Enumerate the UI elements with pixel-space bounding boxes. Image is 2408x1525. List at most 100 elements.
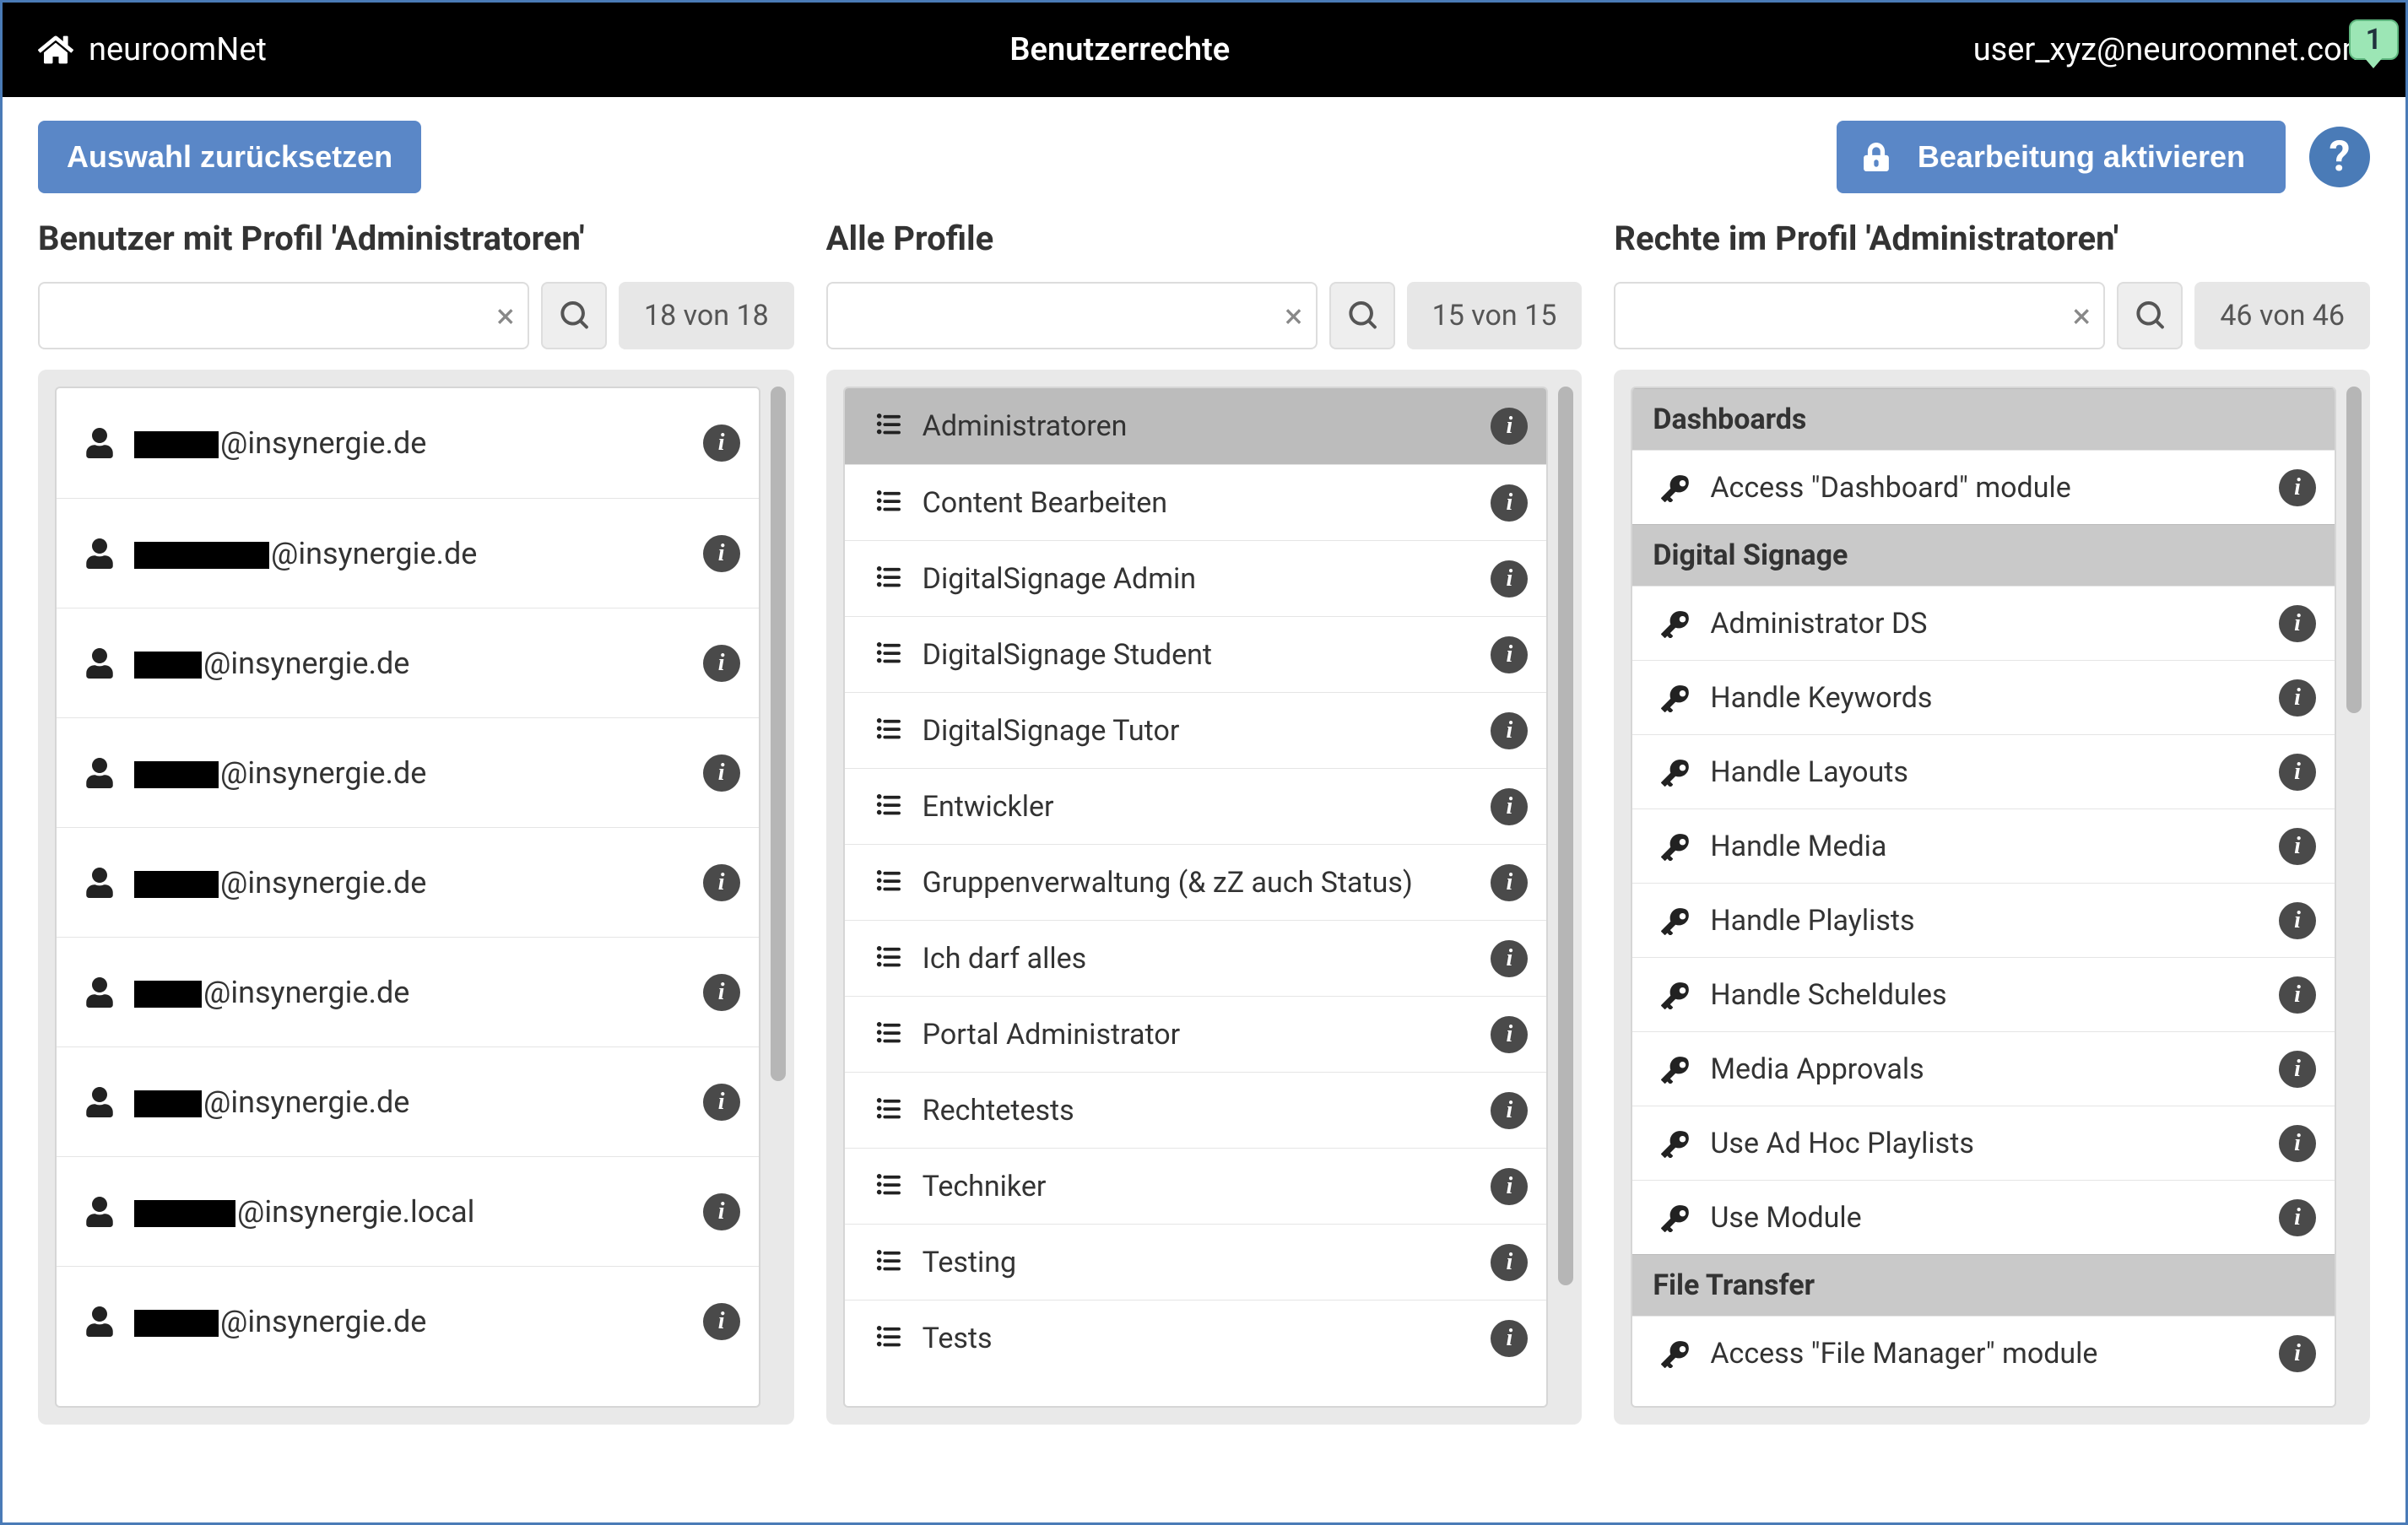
key-icon [1656,609,1695,638]
info-icon[interactable]: i [1491,864,1528,901]
profile-row[interactable]: Testsi [845,1300,1547,1376]
help-button[interactable]: ? [2309,127,2370,187]
profiles-heading: Alle Profile [826,219,1583,258]
right-label: Access "File Manager" module [1710,1337,2279,1371]
right-row[interactable]: Use Modulei [1632,1180,2335,1254]
info-icon[interactable]: i [1491,712,1528,749]
right-row[interactable]: Handle Keywordsi [1632,660,2335,734]
profile-row[interactable]: Rechtetestsi [845,1072,1547,1148]
right-row[interactable]: Handle Layoutsi [1632,734,2335,808]
profile-label: Entwickler [923,790,1491,824]
users-clear-icon[interactable]: × [484,284,528,348]
info-icon[interactable]: i [2279,976,2316,1014]
profile-row[interactable]: Technikeri [845,1148,1547,1224]
right-row[interactable]: Administrator DSi [1632,586,2335,660]
users-search-input[interactable] [40,300,484,332]
info-icon[interactable]: i [2279,679,2316,717]
profile-row[interactable]: Entwickleri [845,768,1547,844]
profiles-scrollbar[interactable] [1558,387,1573,1408]
rights-clear-icon[interactable]: × [2059,284,2103,348]
user-row[interactable]: @insynergie.dei [57,1046,759,1156]
info-icon[interactable]: i [703,1193,740,1230]
info-icon[interactable]: i [2279,605,2316,642]
profile-row[interactable]: DigitalSignage Tutori [845,692,1547,768]
info-icon[interactable]: i [703,1084,740,1121]
profiles-search-input[interactable] [828,300,1272,332]
rights-count: 46 von 46 [2194,282,2370,349]
info-icon[interactable]: i [703,1303,740,1340]
info-icon[interactable]: i [703,645,740,682]
info-icon[interactable]: i [1491,1320,1528,1357]
profile-label: Testing [923,1246,1491,1279]
right-row[interactable]: Handle Mediai [1632,808,2335,883]
right-row[interactable]: Access "Dashboard" modulei [1632,450,2335,524]
user-email-label: @insynergie.de [134,1084,703,1120]
key-icon [1656,684,1695,712]
info-icon[interactable]: i [2279,469,2316,506]
profile-row[interactable]: Testingi [845,1224,1547,1300]
reset-selection-button[interactable]: Auswahl zurücksetzen [38,121,421,193]
info-icon[interactable]: i [2279,828,2316,865]
profile-row[interactable]: DigitalSignage Admini [845,540,1547,616]
right-row[interactable]: Handle Playlistsi [1632,883,2335,957]
info-icon[interactable]: i [703,974,740,1011]
right-label: Administrator DS [1710,607,2279,641]
user-email-label: @insynergie.de [134,755,703,791]
profile-row[interactable]: Administratoreni [845,388,1547,464]
user-row[interactable]: @insynergie.dei [57,608,759,717]
info-icon[interactable]: i [2279,1125,2316,1162]
info-icon[interactable]: i [703,864,740,901]
info-icon[interactable]: i [1491,1016,1528,1053]
user-row[interactable]: @insynergie.dei [57,827,759,937]
rights-scrollbar[interactable] [2346,387,2362,1408]
profile-label: DigitalSignage Student [923,638,1491,672]
user-row[interactable]: @insynergie.dei [57,937,759,1046]
info-icon[interactable]: i [2279,754,2316,791]
info-icon[interactable]: i [2279,902,2316,939]
enable-edit-button[interactable]: Bearbeitung aktivieren [1837,121,2286,193]
rights-search-input[interactable] [1615,300,2059,332]
list-icon [869,870,907,895]
user-email[interactable]: user_xyz@neuroomnet.com [1973,31,2370,68]
right-row[interactable]: Handle Scheldulesi [1632,957,2335,1031]
info-icon[interactable]: i [703,754,740,792]
users-scrollbar[interactable] [771,387,786,1408]
info-icon[interactable]: i [1491,1168,1528,1205]
info-icon[interactable]: i [2279,1051,2316,1088]
user-row[interactable]: @insynergie.dei [57,498,759,608]
profile-label: Gruppenverwaltung (& zZ auch Status) [923,866,1491,900]
profile-row[interactable]: Portal Administratori [845,996,1547,1072]
topbar: neuroomNet Benutzerrechte user_xyz@neuro… [3,3,2405,97]
profile-row[interactable]: Gruppenverwaltung (& zZ auch Status)i [845,844,1547,920]
rights-search-button[interactable] [2117,282,2183,349]
right-row[interactable]: Use Ad Hoc Playlistsi [1632,1106,2335,1180]
profiles-clear-icon[interactable]: × [1272,284,1316,348]
list-icon [869,566,907,592]
user-row[interactable]: @insynergie.dei [57,388,759,498]
info-icon[interactable]: i [1491,788,1528,825]
info-icon[interactable]: i [1491,1092,1528,1129]
home-icon[interactable] [38,32,73,68]
users-search-button[interactable] [541,282,607,349]
info-icon[interactable]: i [2279,1199,2316,1236]
info-icon[interactable]: i [2279,1335,2316,1372]
info-icon[interactable]: i [1491,484,1528,522]
person-icon [80,538,119,569]
info-icon[interactable]: i [1491,408,1528,445]
info-icon[interactable]: i [703,535,740,572]
user-row[interactable]: @insynergie.locali [57,1156,759,1266]
profile-row[interactable]: DigitalSignage Studenti [845,616,1547,692]
info-icon[interactable]: i [1491,1244,1528,1281]
profile-row[interactable]: Content Bearbeiteni [845,464,1547,540]
user-row[interactable]: @insynergie.dei [57,717,759,827]
info-icon[interactable]: i [1491,636,1528,673]
right-row[interactable]: Access "File Manager" modulei [1632,1316,2335,1390]
info-icon[interactable]: i [1491,560,1528,598]
info-icon[interactable]: i [1491,940,1528,977]
profiles-list: AdministratoreniContent BearbeiteniDigit… [843,387,1549,1408]
right-row[interactable]: Media Approvalsi [1632,1031,2335,1106]
profiles-search-button[interactable] [1329,282,1395,349]
user-row[interactable]: @insynergie.dei [57,1266,759,1376]
info-icon[interactable]: i [703,425,740,462]
profile-row[interactable]: Ich darf allesi [845,920,1547,996]
